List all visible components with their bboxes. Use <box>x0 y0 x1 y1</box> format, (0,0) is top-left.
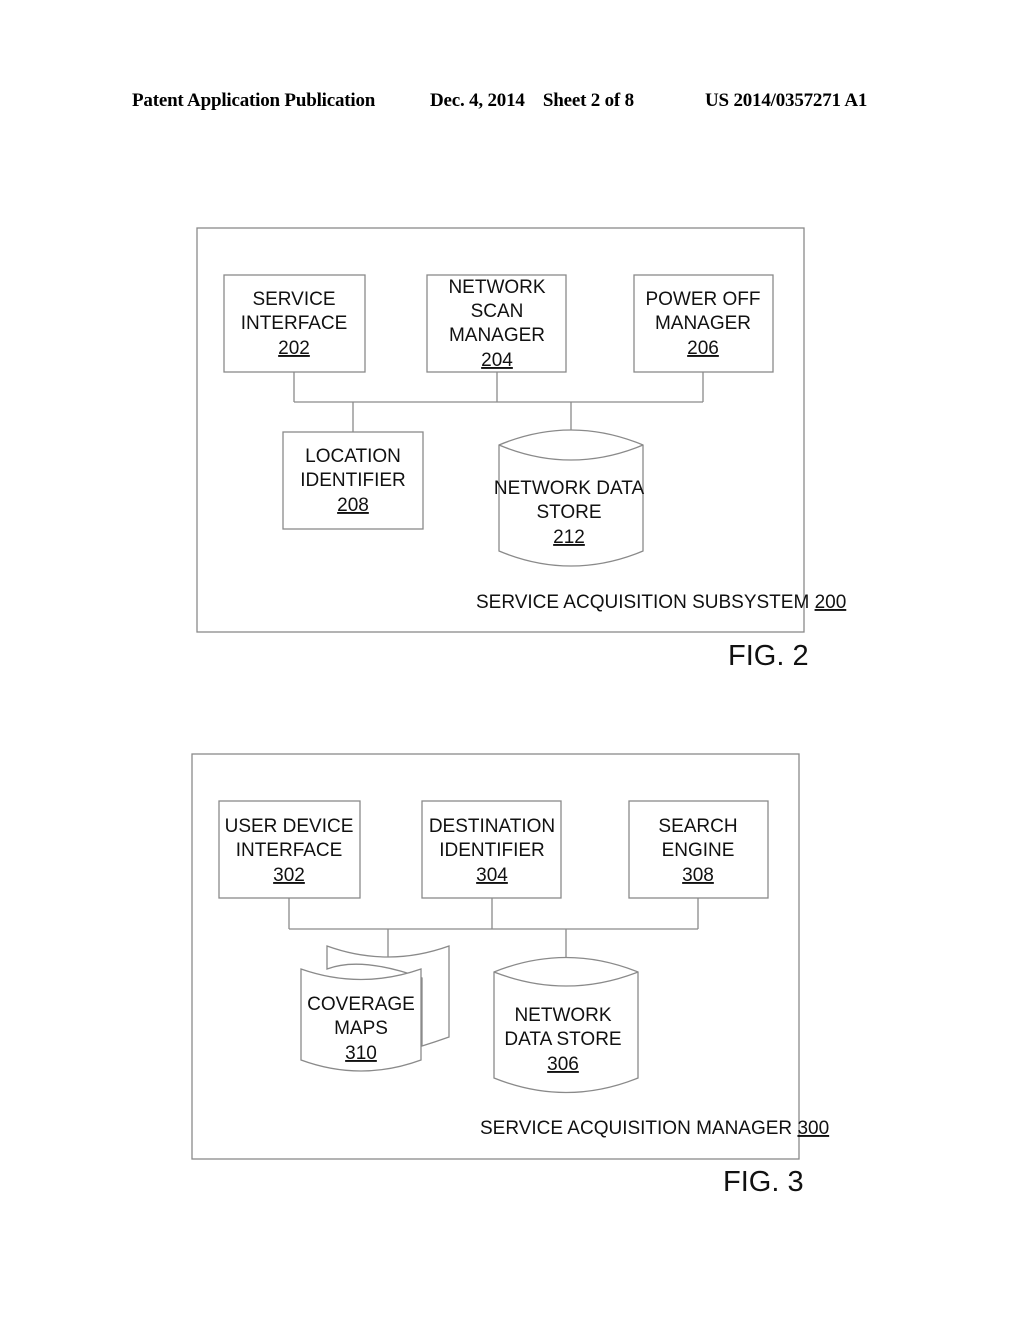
fig3-node-destination-identifier: DESTINATION IDENTIFIER 304 <box>421 800 562 899</box>
node-label-line: LOCATION <box>305 446 401 467</box>
node-label-line: MANAGER <box>655 313 751 334</box>
node-label-line: DATA STORE <box>504 1029 621 1050</box>
fig3-node-search-engine: SEARCH ENGINE 308 <box>628 800 769 899</box>
fig2-node-network-data-store: NETWORK DATA STORE 212 <box>494 429 645 567</box>
node-label-line: NETWORK <box>448 277 545 298</box>
node-label-line: NETWORK DATA <box>494 478 645 499</box>
node-ref: 212 <box>553 527 585 548</box>
fig2-node-service-interface: SERVICE INTERFACE 202 <box>223 274 366 373</box>
node-label-line: NETWORK <box>514 1005 611 1026</box>
fig3-node-user-device-interface: USER DEVICE INTERFACE 302 <box>218 800 361 899</box>
node-label-line: USER DEVICE <box>225 816 354 837</box>
node-label-line: POWER OFF <box>645 289 760 310</box>
fig2: SERVICE INTERFACE 202 NETWORK SCAN MANAG… <box>196 227 846 672</box>
node-label-line: INTERFACE <box>236 840 343 861</box>
node-ref: 302 <box>273 865 305 886</box>
node-label-line: IDENTIFIER <box>439 840 545 861</box>
node-ref: 310 <box>345 1043 377 1064</box>
fig2-caption: FIG. 2 <box>728 640 809 672</box>
node-label-line: SEARCH <box>658 816 737 837</box>
fig3: USER DEVICE INTERFACE 302 DESTINATION ID… <box>191 753 829 1198</box>
node-label-line: STORE <box>536 502 601 523</box>
node-ref: 308 <box>682 865 714 886</box>
fig2-node-location-identifier: LOCATION IDENTIFIER 208 <box>282 431 424 530</box>
node-label-line: MANAGER <box>449 325 545 346</box>
fig2-container-label: SERVICE ACQUISITION SUBSYSTEM 200 <box>476 592 846 613</box>
fig3-container-label: SERVICE ACQUISITION MANAGER 300 <box>480 1118 829 1139</box>
node-ref: 304 <box>476 865 508 886</box>
node-label-line: INTERFACE <box>241 313 348 334</box>
node-ref: 208 <box>337 495 369 516</box>
node-ref: 206 <box>687 338 719 359</box>
node-ref: 204 <box>481 350 513 371</box>
fig3-caption: FIG. 3 <box>723 1166 804 1198</box>
fig2-node-power-off-manager: POWER OFF MANAGER 206 <box>633 274 774 373</box>
fig3-node-network-data-store: NETWORK DATA STORE 306 <box>493 956 639 1094</box>
node-label-line: COVERAGE <box>307 994 415 1015</box>
node-label-line: DESTINATION <box>429 816 555 837</box>
patent-drawing: SERVICE INTERFACE 202 NETWORK SCAN MANAG… <box>191 227 846 1198</box>
node-label-line: MAPS <box>334 1018 388 1039</box>
node-ref: 202 <box>278 338 310 359</box>
fig2-node-network-scan-manager: NETWORK SCAN MANAGER 204 <box>426 274 567 373</box>
node-label-line: IDENTIFIER <box>300 470 406 491</box>
node-label-line: SCAN <box>471 301 524 322</box>
node-ref: 306 <box>547 1054 579 1075</box>
node-label-line: ENGINE <box>662 840 735 861</box>
node-label-line: SERVICE <box>252 289 335 310</box>
